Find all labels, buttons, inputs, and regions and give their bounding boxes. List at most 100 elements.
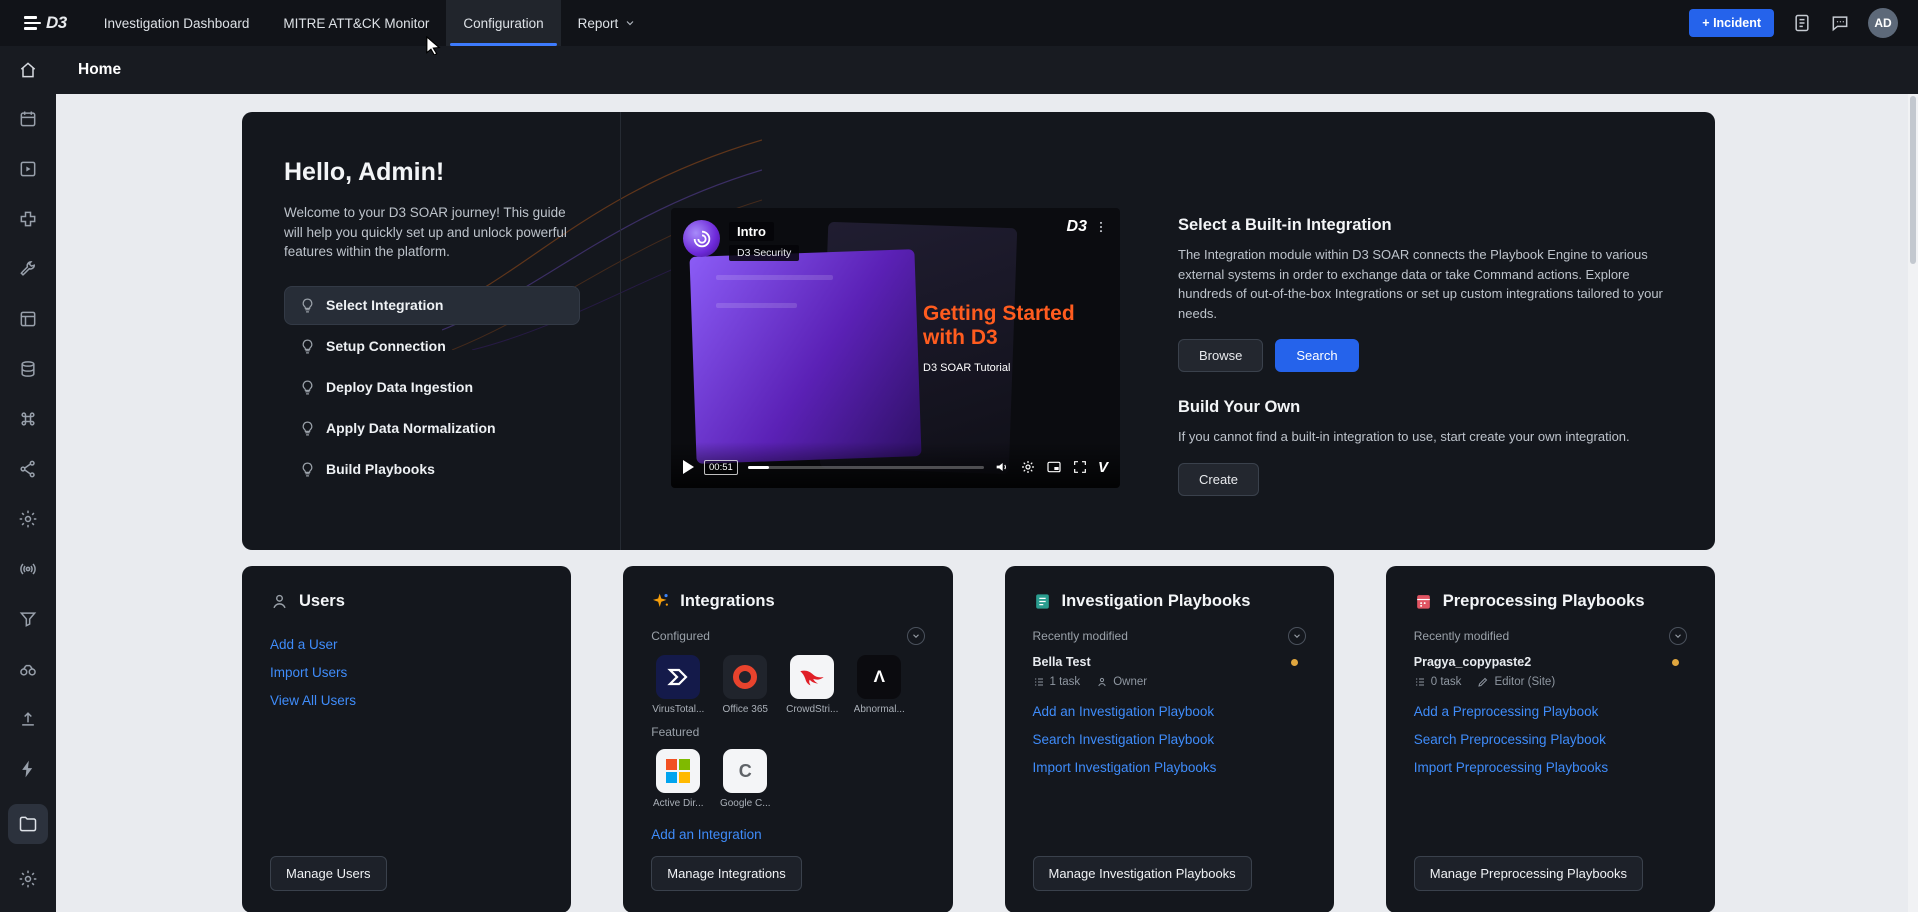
navbar-right: + Incident AD <box>1689 8 1904 38</box>
preprocessing-card-title: Preprocessing Playbooks <box>1443 592 1645 611</box>
browse-button[interactable]: Browse <box>1178 339 1263 372</box>
collapse-chevron-icon[interactable] <box>1288 627 1306 645</box>
integration-tile-google-chronicle[interactable]: C Google C... <box>718 749 772 809</box>
add-investigation-playbook-link[interactable]: Add an Investigation Playbook <box>1033 704 1215 719</box>
gear-icon <box>18 869 38 889</box>
funnel-icon <box>18 609 38 629</box>
step-setup-connection[interactable]: Setup Connection <box>284 327 580 366</box>
fullscreen-icon[interactable] <box>1072 459 1088 475</box>
playbook-list-item[interactable]: Bella Test 1 task Owner <box>1033 655 1306 688</box>
sidebar-item-home[interactable] <box>0 46 56 94</box>
welcome-left-column: Hello, Admin! Welcome to your D3 SOAR jo… <box>242 112 621 550</box>
sidebar-item-system-settings[interactable] <box>0 854 56 904</box>
manage-investigation-playbooks-button[interactable]: Manage Investigation Playbooks <box>1033 856 1252 891</box>
welcome-card: Hello, Admin! Welcome to your D3 SOAR jo… <box>242 112 1715 550</box>
sidebar-item-reports[interactable] <box>0 144 56 194</box>
play-button[interactable] <box>683 460 694 474</box>
lightning-icon <box>18 759 38 779</box>
chat-icon[interactable] <box>1830 13 1850 33</box>
task-count: 1 task <box>1050 676 1081 688</box>
video-progress-bar[interactable] <box>748 466 984 469</box>
playbook-role: Owner <box>1113 676 1147 688</box>
add-integration-link[interactable]: Add an Integration <box>651 827 761 842</box>
playbook-role: Editor (Site) <box>1494 676 1555 688</box>
quick-access-cards: Users Add a User Import Users View All U… <box>242 566 1715 912</box>
release-notes-icon[interactable] <box>1792 13 1812 33</box>
step-build-playbooks[interactable]: Build Playbooks <box>284 450 580 489</box>
sidebar-item-file-management[interactable] <box>0 794 56 854</box>
step-apply-data-normalization[interactable]: Apply Data Normalization <box>284 409 580 448</box>
new-incident-button[interactable]: + Incident <box>1689 9 1774 37</box>
nav-mitre-attck-monitor[interactable]: MITRE ATT&CK Monitor <box>266 0 446 46</box>
page-title: Home <box>78 61 121 79</box>
import-investigation-playbooks-link[interactable]: Import Investigation Playbooks <box>1033 760 1217 775</box>
d3-logo[interactable]: D3 <box>14 13 77 33</box>
add-preprocessing-playbook-link[interactable]: Add a Preprocessing Playbook <box>1414 704 1599 719</box>
step-deploy-data-ingestion[interactable]: Deploy Data Ingestion <box>284 368 580 407</box>
create-button[interactable]: Create <box>1178 463 1259 496</box>
task-count: 0 task <box>1431 676 1462 688</box>
picture-in-picture-icon[interactable] <box>1046 459 1062 475</box>
sidebar-item-ingestion[interactable] <box>0 544 56 594</box>
build-your-own-description: If you cannot find a built-in integratio… <box>1178 427 1675 447</box>
sidebar-item-search[interactable] <box>0 644 56 694</box>
integration-tile-active-directory[interactable]: Active Dir... <box>651 749 705 809</box>
featured-label: Featured <box>651 725 699 739</box>
upload-icon <box>18 709 38 729</box>
search-investigation-playbook-link[interactable]: Search Investigation Playbook <box>1033 732 1215 747</box>
sidebar-item-utilities[interactable] <box>0 244 56 294</box>
integration-tile-office365[interactable]: Office 365 <box>718 655 772 715</box>
integration-tile-abnormal[interactable]: Λ Abnormal... <box>852 655 906 715</box>
nav-investigation-dashboard[interactable]: Investigation Dashboard <box>87 0 267 46</box>
sidebar-item-calendar[interactable] <box>0 94 56 144</box>
import-preprocessing-playbooks-link[interactable]: Import Preprocessing Playbooks <box>1414 760 1608 775</box>
video-settings-gear-icon[interactable] <box>1020 459 1036 475</box>
manage-users-button[interactable]: Manage Users <box>270 856 387 891</box>
import-users-link[interactable]: Import Users <box>270 665 347 680</box>
sidebar-item-settings[interactable] <box>0 494 56 544</box>
pencil-icon <box>1477 676 1489 688</box>
lightbulb-icon <box>299 420 316 437</box>
sidebar-item-extensions[interactable] <box>0 194 56 244</box>
manage-preprocessing-playbooks-button[interactable]: Manage Preprocessing Playbooks <box>1414 856 1643 891</box>
configured-label: Configured <box>651 629 710 643</box>
volume-icon[interactable] <box>994 459 1010 475</box>
nav-report-label: Report <box>578 16 619 31</box>
sidebar-item-automation[interactable] <box>0 744 56 794</box>
step-select-integration[interactable]: Select Integration <box>284 286 580 325</box>
vimeo-logo[interactable]: V <box>1098 459 1108 476</box>
sidebar-item-export[interactable] <box>0 694 56 744</box>
manage-integrations-button[interactable]: Manage Integrations <box>651 856 802 891</box>
database-icon <box>18 359 38 379</box>
sidebar-item-apps[interactable] <box>0 294 56 344</box>
video-d3-logo: D3 <box>1067 218 1108 236</box>
sidebar-item-data[interactable] <box>0 344 56 394</box>
sidebar-item-command[interactable] <box>0 394 56 444</box>
tutorial-video-player[interactable]: Intro D3 Security D3 Getting Started wit… <box>671 208 1120 488</box>
scrollbar-thumb[interactable] <box>1910 96 1916 264</box>
avatar[interactable]: AD <box>1868 8 1898 38</box>
collapse-chevron-icon[interactable] <box>1669 627 1687 645</box>
binoculars-icon <box>18 659 38 679</box>
integration-tile-virustotal[interactable]: VirusTotal... <box>651 655 705 715</box>
lightbulb-icon <box>299 379 316 396</box>
collapse-chevron-icon[interactable] <box>907 627 925 645</box>
sidebar-item-filter[interactable] <box>0 594 56 644</box>
video-badge: Intro D3 Security <box>683 220 799 261</box>
integration-tile-crowdstrike[interactable]: CrowdStri... <box>785 655 839 715</box>
integrations-sparkle-icon <box>651 592 670 611</box>
view-all-users-link[interactable]: View All Users <box>270 693 356 708</box>
nav-configuration[interactable]: Configuration <box>446 0 560 46</box>
search-preprocessing-playbook-link[interactable]: Search Preprocessing Playbook <box>1414 732 1606 747</box>
nav-report[interactable]: Report <box>561 0 654 46</box>
add-user-link[interactable]: Add a User <box>270 637 338 652</box>
sidebar-item-connections[interactable] <box>0 444 56 494</box>
greeting-description: Welcome to your D3 SOAR journey! This gu… <box>284 203 580 262</box>
d3-logo-text: D3 <box>46 13 67 33</box>
users-card-title: Users <box>299 592 345 611</box>
step-label: Deploy Data Ingestion <box>326 379 473 395</box>
search-button[interactable]: Search <box>1275 339 1358 372</box>
status-dot <box>1291 659 1298 666</box>
playbook-list-item[interactable]: Pragya_copypaste2 0 task Editor (Site) <box>1414 655 1687 688</box>
share-nodes-icon <box>18 459 38 479</box>
